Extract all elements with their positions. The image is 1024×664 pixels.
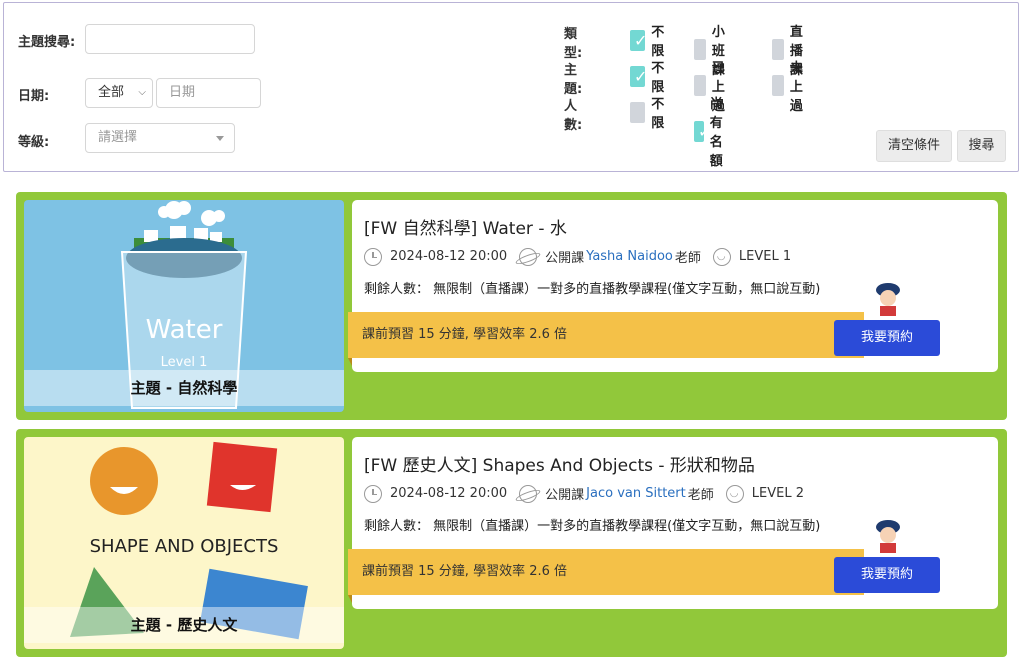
- course-card[interactable]: SHAPE AND OBJECTS 主題 - 歷史人文 [FW 歷史人文] Sh…: [16, 429, 1007, 657]
- chevron-down-icon: ⌵: [138, 87, 146, 98]
- checkbox[interactable]: [630, 29, 648, 51]
- course-card[interactable]: Water Level 1 主題 - 自然科學 [FW 自然科學] Water …: [16, 192, 1007, 420]
- course-level: LEVEL 2: [751, 486, 804, 501]
- checkbox[interactable]: [694, 120, 711, 142]
- course-info: [FW 歷史人文] Shapes And Objects - 形狀和物品 202…: [348, 437, 998, 609]
- date-range-select[interactable]: 全部 ⌵: [85, 78, 153, 108]
- thumb-caption: 主題 - 自然科學: [24, 370, 344, 406]
- remaining-seats: 剩餘人數： 無限制（直播課）一對多的直播教學課程(僅文字互動，無口說互動): [364, 282, 821, 297]
- teacher-suffix: 老師: [674, 251, 701, 266]
- level-placeholder: 請選擇: [98, 130, 138, 145]
- search-button[interactable]: 搜尋: [957, 130, 1006, 162]
- planet-icon: [519, 484, 538, 503]
- checkbox-label: 尚有名額: [709, 97, 723, 169]
- course-title[interactable]: [FW 歷史人文] Shapes And Objects - 形狀和物品: [364, 451, 755, 476]
- preview-banner: 課前預習 15 分鐘, 學習效率 2.6 倍: [348, 549, 864, 603]
- course-info: [FW 自然科學] Water - 水 2024-08-12 20:00 公開課…: [348, 200, 998, 372]
- course-title[interactable]: [FW 自然科學] Water - 水: [364, 214, 567, 239]
- book-button[interactable]: 我要預約: [834, 557, 940, 593]
- clock-icon: [364, 247, 382, 266]
- level-select[interactable]: 請選擇: [85, 123, 235, 153]
- type-option-unlimited[interactable]: 不限: [630, 21, 670, 59]
- theme-label: 主題:: [564, 63, 583, 97]
- people-option-available[interactable]: 尚有名額: [694, 93, 734, 169]
- planet-icon: [519, 247, 538, 266]
- type-label: 類型:: [564, 27, 583, 61]
- thumb-caption: 主題 - 歷史人文: [24, 607, 344, 643]
- course-thumbnail[interactable]: Water Level 1 主題 - 自然科學: [24, 200, 344, 412]
- thumb-subtitle: Level 1: [161, 355, 208, 370]
- checkbox[interactable]: [630, 65, 648, 87]
- checkbox-label: 不限: [651, 61, 665, 95]
- preview-banner: 課前預習 15 分鐘, 學習效率 2.6 倍: [348, 312, 864, 366]
- checkbox-label: 不限: [651, 97, 665, 131]
- book-button[interactable]: 我要預約: [834, 320, 940, 356]
- mascot-icon: [876, 283, 900, 316]
- people-label: 人數:: [564, 99, 583, 133]
- date-label: 日期:: [18, 89, 50, 104]
- teacher-link[interactable]: Yasha Naidoo: [586, 249, 673, 264]
- people-option-unlimited[interactable]: 不限: [630, 93, 670, 131]
- checkbox-label: 未上過: [789, 61, 803, 114]
- teacher-suffix: 老師: [687, 488, 714, 503]
- clear-filters-button[interactable]: 清空條件: [876, 130, 952, 162]
- thumb-title: SHAPE AND OBJECTS: [90, 536, 279, 557]
- smile-icon: [712, 247, 731, 266]
- course-level: LEVEL 1: [738, 249, 792, 264]
- thumb-title: Water: [146, 315, 223, 345]
- filter-panel: 主題搜尋: 日期: 全部 ⌵ 日期 等級: 請選擇 類型: 不限 小班課 直播課…: [3, 2, 1019, 172]
- topic-search-label: 主題搜尋:: [18, 35, 76, 50]
- course-datetime: 2024-08-12 20:00: [390, 486, 508, 501]
- course-datetime: 2024-08-12 20:00: [390, 249, 508, 264]
- clock-icon: [364, 484, 382, 503]
- mascot-icon: [876, 520, 900, 553]
- teacher-link[interactable]: Jaco van Sittert: [586, 486, 686, 501]
- topic-search-input[interactable]: [85, 24, 255, 54]
- caret-down-icon: [216, 136, 224, 141]
- course-thumbnail[interactable]: SHAPE AND OBJECTS 主題 - 歷史人文: [24, 437, 344, 649]
- class-type: 公開課: [545, 488, 585, 503]
- class-type: 公開課: [545, 251, 585, 266]
- checkbox-label: 不限: [651, 25, 665, 59]
- course-meta: 2024-08-12 20:00 公開課 Yasha Naidoo 老師 LEV…: [364, 247, 791, 266]
- remaining-seats: 剩餘人數： 無限制（直播課）一對多的直播教學課程(僅文字互動，無口說互動): [364, 519, 821, 534]
- smile-icon: [725, 484, 744, 503]
- checkbox[interactable]: [772, 75, 784, 96]
- theme-option-not-taken[interactable]: 未上過: [772, 57, 812, 114]
- date-input[interactable]: 日期: [156, 78, 261, 108]
- date-range-value: 全部: [98, 85, 125, 100]
- level-label: 等級:: [18, 135, 50, 150]
- checkbox[interactable]: [630, 101, 646, 123]
- course-meta: 2024-08-12 20:00 公開課 Jaco van Sittert 老師…: [364, 484, 804, 503]
- theme-option-unlimited[interactable]: 不限: [630, 57, 670, 95]
